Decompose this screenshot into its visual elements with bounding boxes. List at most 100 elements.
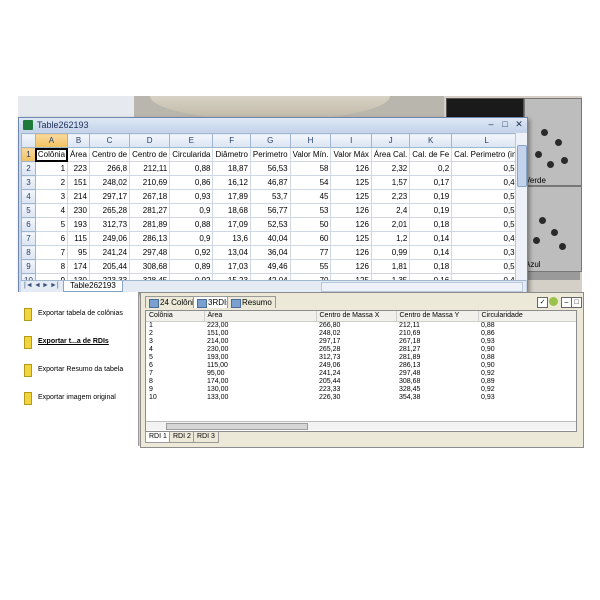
spreadsheet-cell[interactable]: 54 bbox=[289, 175, 332, 190]
row-header[interactable]: 8 bbox=[21, 245, 36, 260]
column-header[interactable]: K bbox=[409, 133, 453, 148]
spreadsheet-cell[interactable]: Área bbox=[67, 147, 90, 162]
table-row[interactable]: 6 115,00 249,06 286,13 0,90 bbox=[146, 362, 576, 370]
column-header[interactable]: G bbox=[249, 133, 291, 148]
results-column-header[interactable]: Área bbox=[204, 311, 317, 322]
spreadsheet-cell[interactable]: 52,53 bbox=[249, 217, 291, 232]
table-row[interactable]: 8 174,00 205,44 308,68 0,89 bbox=[146, 378, 576, 386]
spreadsheet-cell[interactable]: 312,73 bbox=[88, 217, 131, 232]
spreadsheet-cell[interactable]: 1,2 bbox=[370, 231, 411, 246]
spreadsheet-cell[interactable]: 2,4 bbox=[370, 203, 411, 218]
spreadsheet-cell[interactable]: Cal. de Fe bbox=[409, 147, 453, 162]
results-table-container[interactable]: Colônia Área Centro de Massa X Centro de Ma… bbox=[145, 310, 577, 432]
spreadsheet-cell[interactable]: 267,18 bbox=[129, 189, 171, 204]
spreadsheet-cell[interactable]: Circularida bbox=[169, 147, 214, 162]
spreadsheet-cell[interactable]: 0,89 bbox=[169, 259, 214, 274]
spreadsheet-cell[interactable]: 0,14 bbox=[409, 231, 453, 246]
spreadsheet-cell[interactable]: 1,57 bbox=[370, 175, 411, 190]
close-icon[interactable]: ✕ bbox=[513, 119, 525, 130]
column-header[interactable]: L bbox=[451, 133, 515, 148]
spreadsheet-cell[interactable]: 0,14 bbox=[409, 245, 453, 260]
table-row[interactable]: 9 130,00 223,33 328,45 0,92 bbox=[146, 386, 576, 394]
spreadsheet-cell[interactable]: 17,89 bbox=[212, 189, 251, 204]
spreadsheet-cell[interactable]: 241,24 bbox=[88, 245, 131, 260]
spreadsheet-cell[interactable]: 308,68 bbox=[129, 259, 171, 274]
spreadsheet-cell[interactable]: Perimetro bbox=[249, 147, 291, 162]
spreadsheet-grid[interactable]: ABCDEFGHIJKLM1ColôniaÁreaCentro deCentro… bbox=[21, 133, 515, 280]
spreadsheet-cell[interactable]: 45 bbox=[289, 189, 332, 204]
spreadsheet-cell[interactable]: 281,27 bbox=[129, 203, 171, 218]
spreadsheet-cell[interactable]: 0,88 bbox=[169, 217, 214, 232]
spreadsheet-cell[interactable]: 0,59 bbox=[451, 161, 515, 176]
spreadsheet-cell[interactable]: Centro de bbox=[88, 147, 131, 162]
spreadsheet-cell[interactable]: 0,18 bbox=[409, 217, 453, 232]
spreadsheet-cell[interactable]: 18,87 bbox=[212, 161, 251, 176]
spreadsheet-cell[interactable]: 56,53 bbox=[249, 161, 291, 176]
spreadsheet-cell[interactable]: 0,56 bbox=[451, 189, 515, 204]
spreadsheet-cell[interactable]: 17,03 bbox=[212, 259, 251, 274]
spreadsheet-cell[interactable]: 297,17 bbox=[88, 189, 131, 204]
row-header[interactable]: 3 bbox=[21, 175, 36, 190]
spreadsheet-cell[interactable]: 58 bbox=[289, 161, 332, 176]
spreadsheet-cell[interactable]: 0,55 bbox=[451, 217, 515, 232]
image-thumbnail-green[interactable]: Verde bbox=[524, 98, 582, 186]
spreadsheet-cell[interactable]: 126 bbox=[330, 161, 372, 176]
column-header[interactable]: H bbox=[289, 133, 332, 148]
spreadsheet-cell[interactable]: 16,12 bbox=[212, 175, 251, 190]
row-header[interactable]: 7 bbox=[21, 231, 36, 246]
spreadsheet-cell[interactable]: 3 bbox=[34, 189, 69, 204]
horizontal-scrollbar[interactable] bbox=[321, 282, 523, 292]
spreadsheet-cell[interactable]: 1 bbox=[34, 161, 69, 176]
spreadsheet-cell[interactable]: 5 bbox=[34, 217, 69, 232]
results-column-header[interactable]: Circularidade bbox=[478, 311, 576, 322]
results-horizontal-scrollbar[interactable] bbox=[146, 421, 576, 430]
refresh-icon[interactable] bbox=[549, 297, 558, 306]
spreadsheet-cell[interactable]: 151 bbox=[67, 175, 90, 190]
spreadsheet-cell[interactable]: 0,19 bbox=[409, 203, 453, 218]
table-row[interactable]: 5 193,00 312,73 281,89 0,88 bbox=[146, 354, 576, 362]
row-header[interactable]: 6 bbox=[21, 217, 36, 232]
table-row[interactable]: 3 214,00 297,17 267,18 0,93 bbox=[146, 338, 576, 346]
spreadsheet-cell[interactable]: 8 bbox=[34, 259, 69, 274]
select-all-corner[interactable] bbox=[21, 133, 36, 148]
maximize-view-icon[interactable]: □ bbox=[571, 297, 582, 308]
spreadsheet-cell[interactable]: 0,42 bbox=[451, 231, 515, 246]
spreadsheet-cell[interactable]: 50 bbox=[289, 217, 332, 232]
spreadsheet-cell[interactable]: 46,87 bbox=[249, 175, 291, 190]
spreadsheet-cell[interactable]: Colônia bbox=[34, 147, 69, 162]
results-column-header[interactable]: Centro de Massa X bbox=[316, 311, 397, 322]
spreadsheet-cell[interactable]: 0,17 bbox=[409, 175, 453, 190]
spreadsheet-cell[interactable]: 297,48 bbox=[129, 245, 171, 260]
row-header[interactable]: 5 bbox=[21, 203, 36, 218]
row-header[interactable]: 2 bbox=[21, 161, 36, 176]
spreadsheet-cell[interactable]: 4 bbox=[34, 203, 69, 218]
spreadsheet-cell[interactable]: 248,02 bbox=[88, 175, 131, 190]
spreadsheet-cell[interactable]: 0,88 bbox=[169, 161, 214, 176]
spreadsheet-cell[interactable]: Diâmetro bbox=[212, 147, 251, 162]
column-header[interactable]: B bbox=[67, 133, 90, 148]
spreadsheet-cell[interactable]: 0,92 bbox=[169, 245, 214, 260]
spreadsheet-cell[interactable]: 193 bbox=[67, 217, 90, 232]
column-header[interactable]: I bbox=[330, 133, 372, 148]
spreadsheet-cell[interactable]: 212,11 bbox=[129, 161, 171, 176]
column-header[interactable]: D bbox=[129, 133, 171, 148]
spreadsheet-cell[interactable]: 0,19 bbox=[409, 189, 453, 204]
spreadsheet-cell[interactable]: 40,04 bbox=[249, 231, 291, 246]
excel-title-bar[interactable]: Table262193 – □ ✕ bbox=[19, 118, 527, 132]
spreadsheet-cell[interactable]: 13,04 bbox=[212, 245, 251, 260]
spreadsheet-cell[interactable]: 126 bbox=[330, 259, 372, 274]
column-header[interactable]: E bbox=[169, 133, 214, 148]
spreadsheet-cell[interactable]: Área Cal. bbox=[370, 147, 411, 162]
spreadsheet-cell[interactable]: 0,18 bbox=[409, 259, 453, 274]
spreadsheet-cell[interactable]: 0,86 bbox=[169, 175, 214, 190]
spreadsheet-cell[interactable]: 60 bbox=[289, 231, 332, 246]
sheet-prev-icon[interactable]: ◄ bbox=[34, 282, 41, 289]
spreadsheet-cell[interactable]: 265,28 bbox=[88, 203, 131, 218]
spreadsheet-cell[interactable]: 1,81 bbox=[370, 259, 411, 274]
spreadsheet-cell[interactable]: 286,13 bbox=[129, 231, 171, 246]
spreadsheet-cell[interactable]: 7 bbox=[34, 245, 69, 260]
column-header[interactable]: F bbox=[212, 133, 251, 148]
results-column-header[interactable]: Centro de Massa Y bbox=[396, 311, 479, 322]
spreadsheet-cell[interactable]: 53,7 bbox=[249, 189, 291, 204]
spreadsheet-cell[interactable]: 174 bbox=[67, 259, 90, 274]
